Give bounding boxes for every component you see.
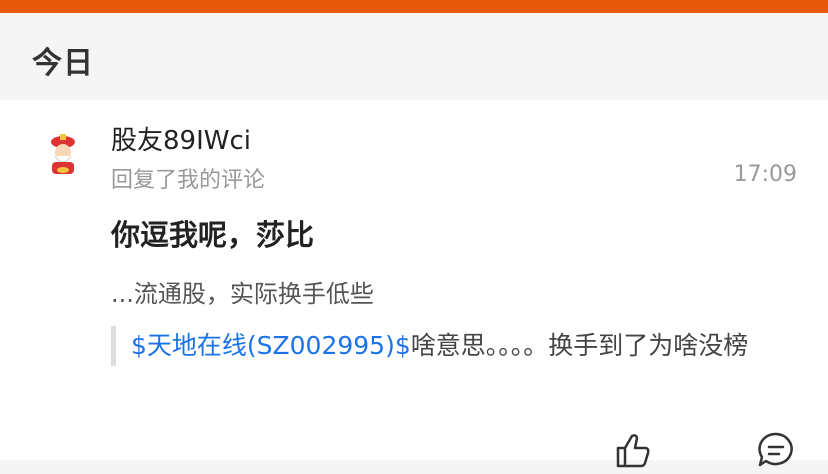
section-title: 今日 bbox=[32, 46, 94, 81]
thumbs-up-icon bbox=[616, 434, 650, 468]
quoted-post-text: 啥意思。。。。换手到了为啥没榜 bbox=[410, 331, 749, 360]
like-button[interactable] bbox=[612, 430, 652, 470]
quoted-post[interactable]: $天地在线(SZ002995)$啥意思。。。。换手到了为啥没榜 bbox=[111, 326, 821, 366]
comment-button[interactable] bbox=[756, 430, 796, 470]
timestamp: 17:09 bbox=[733, 162, 797, 187]
stock-link[interactable]: $天地在线(SZ002995)$ bbox=[131, 331, 411, 360]
top-accent-bar bbox=[0, 0, 828, 13]
username[interactable]: 股友89IWci bbox=[111, 120, 251, 157]
comment-icon bbox=[758, 432, 793, 467]
reply-text: 你逗我呢，莎比 bbox=[111, 218, 315, 252]
reply-action-label: 回复了我的评论 bbox=[111, 168, 266, 193]
avatar-icon bbox=[39, 131, 87, 179]
original-comment-excerpt: ...流通股，实际换手低些 bbox=[111, 280, 374, 308]
avatar[interactable] bbox=[38, 130, 88, 180]
notification-card[interactable]: 股友89IWci 回复了我的评论 17:09 你逗我呢，莎比 ...流通股，实际… bbox=[0, 100, 828, 468]
